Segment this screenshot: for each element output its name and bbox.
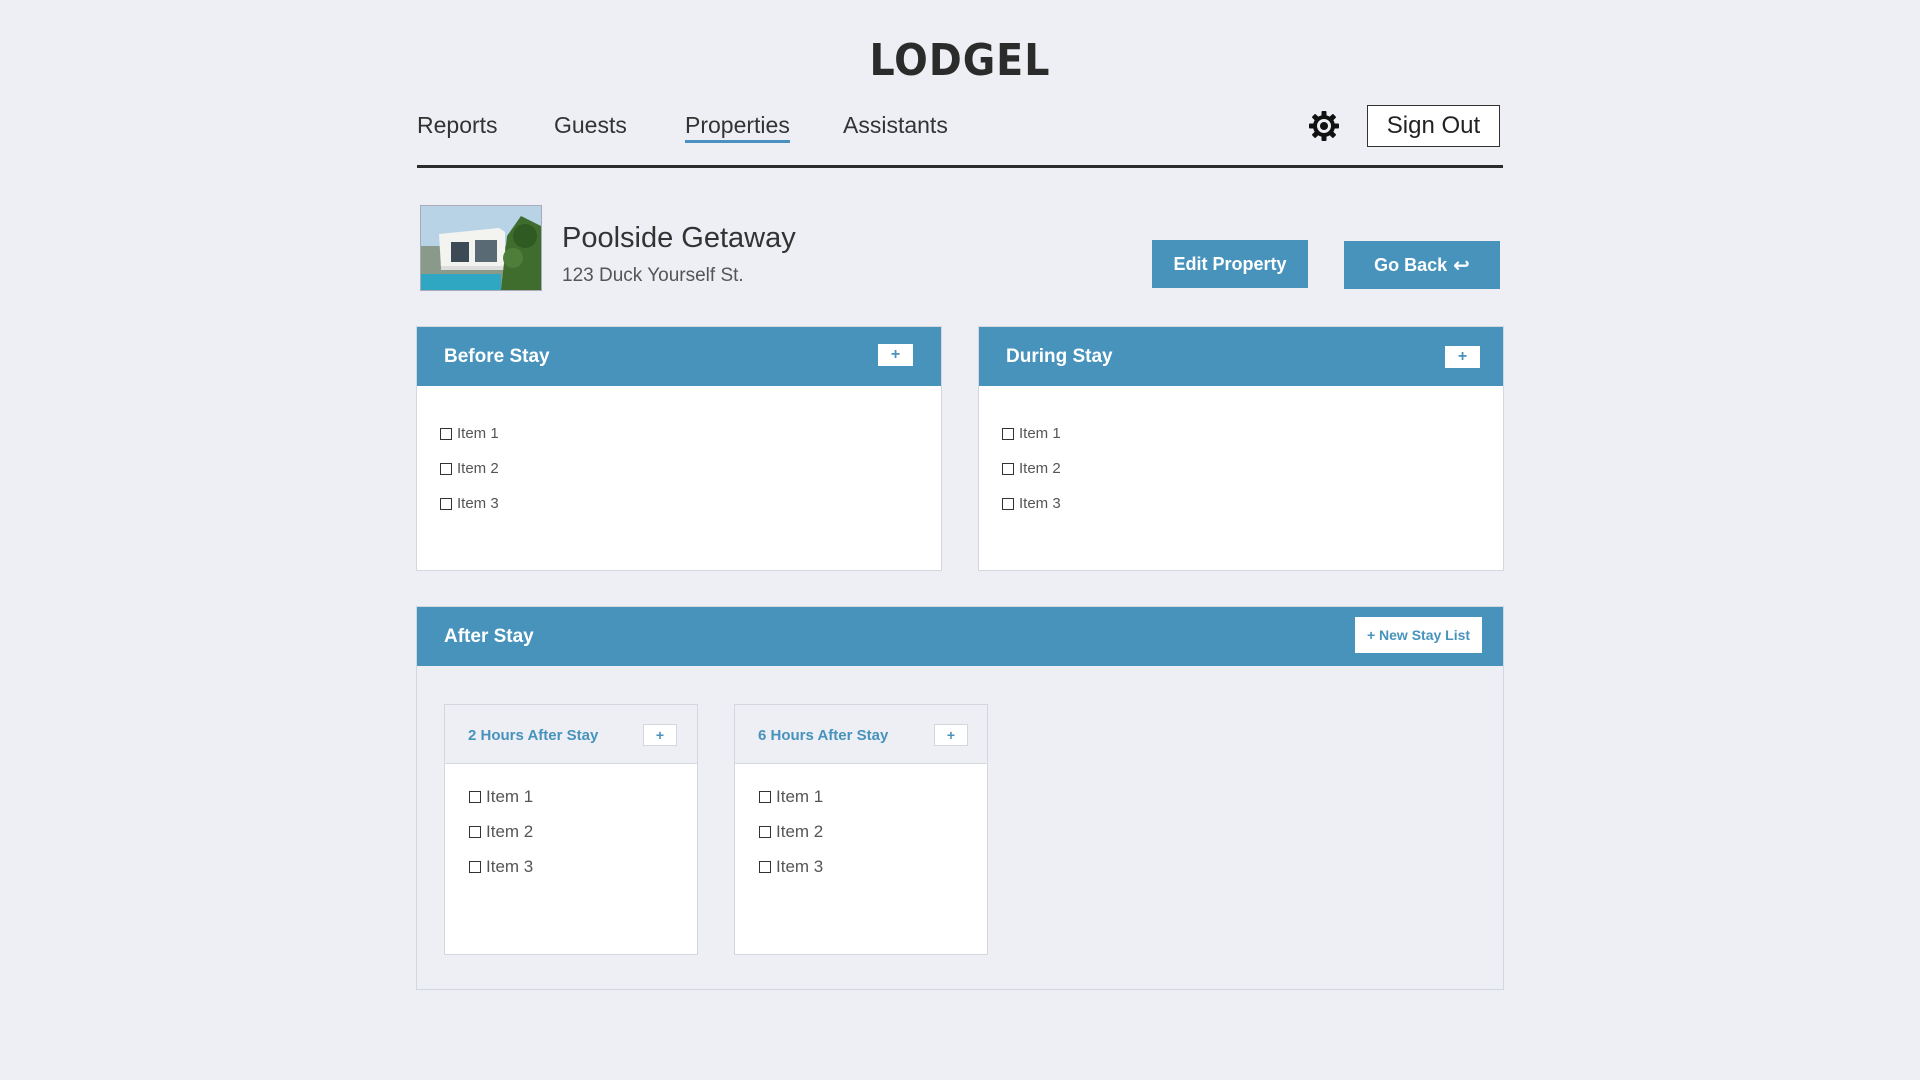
during-stay-title: During Stay bbox=[1006, 346, 1113, 367]
checkbox[interactable] bbox=[469, 860, 481, 873]
list-item: Item 2 bbox=[759, 814, 823, 849]
return-arrow-icon: ↩ bbox=[1453, 254, 1470, 277]
checkbox[interactable] bbox=[1002, 427, 1014, 440]
stay-list-card: 6 Hours After Stay + Item 1 Item 2 Item … bbox=[734, 704, 988, 955]
sign-out-button[interactable]: Sign Out bbox=[1367, 105, 1500, 147]
after-stay-header: After Stay + New Stay List bbox=[417, 607, 1503, 666]
new-stay-list-button[interactable]: + New Stay List bbox=[1355, 617, 1482, 653]
checkbox[interactable] bbox=[1002, 497, 1014, 510]
nav-guests[interactable]: Guests bbox=[554, 112, 627, 139]
property-name: Poolside Getaway bbox=[562, 222, 796, 254]
list-item-label: Item 2 bbox=[457, 460, 499, 477]
before-stay-title: Before Stay bbox=[444, 346, 550, 367]
list-item-label: Item 3 bbox=[1019, 495, 1061, 512]
before-stay-panel: Before Stay + Item 1 Item 2 Item 3 bbox=[416, 326, 942, 571]
checkbox[interactable] bbox=[759, 860, 771, 873]
property-thumbnail bbox=[420, 205, 542, 291]
list-item-label: Item 1 bbox=[776, 786, 824, 806]
checkbox[interactable] bbox=[440, 497, 452, 510]
checkbox[interactable] bbox=[759, 790, 771, 803]
list-item: Item 2 bbox=[440, 451, 499, 486]
add-stay-list-item-button[interactable]: + bbox=[934, 724, 968, 746]
list-item: Item 3 bbox=[759, 849, 823, 884]
list-item: Item 3 bbox=[469, 849, 533, 884]
property-address: 123 Duck Yourself St. bbox=[562, 265, 744, 286]
list-item: Item 3 bbox=[1002, 486, 1061, 521]
edit-property-label: Edit Property bbox=[1173, 253, 1287, 274]
stay-list-header: 6 Hours After Stay + bbox=[735, 705, 987, 764]
during-stay-list: Item 1 Item 2 Item 3 bbox=[1002, 416, 1061, 521]
checkbox[interactable] bbox=[1002, 462, 1014, 475]
nav-assistants[interactable]: Assistants bbox=[843, 112, 948, 139]
checkbox[interactable] bbox=[469, 790, 481, 803]
list-item: Item 1 bbox=[469, 779, 533, 814]
before-stay-header: Before Stay + bbox=[417, 327, 941, 386]
stay-list-title: 2 Hours After Stay bbox=[468, 727, 599, 744]
list-item: Item 2 bbox=[469, 814, 533, 849]
after-stay-title: After Stay bbox=[444, 626, 534, 647]
add-stay-list-item-button[interactable]: + bbox=[643, 724, 677, 746]
during-stay-panel: During Stay + Item 1 Item 2 Item 3 bbox=[978, 326, 1504, 571]
checkbox[interactable] bbox=[440, 462, 452, 475]
add-before-stay-item-button[interactable]: + bbox=[878, 344, 913, 366]
go-back-button[interactable]: Go Back ↩ bbox=[1344, 241, 1500, 289]
stay-list-title: 6 Hours After Stay bbox=[758, 727, 889, 744]
checkbox[interactable] bbox=[759, 825, 771, 838]
app: LODGEL Reports Guests Properties Assista… bbox=[0, 0, 1920, 1080]
list-item: Item 3 bbox=[440, 486, 499, 521]
go-back-label: Go Back bbox=[1374, 254, 1448, 275]
stay-list-header: 2 Hours After Stay + bbox=[445, 705, 697, 764]
stay-list-card: 2 Hours After Stay + Item 1 Item 2 Item … bbox=[444, 704, 698, 955]
list-item: Item 1 bbox=[1002, 416, 1061, 451]
list-item-label: Item 1 bbox=[486, 786, 534, 806]
checkbox[interactable] bbox=[469, 825, 481, 838]
stay-list-items: Item 1 Item 2 Item 3 bbox=[469, 779, 533, 884]
list-item: Item 2 bbox=[1002, 451, 1061, 486]
brand-logo[interactable]: LODGEL bbox=[0, 35, 1920, 86]
during-stay-header: During Stay + bbox=[979, 327, 1503, 386]
gear-icon[interactable] bbox=[1307, 109, 1341, 143]
checkbox[interactable] bbox=[440, 427, 452, 440]
list-item-label: Item 2 bbox=[1019, 460, 1061, 477]
list-item-label: Item 3 bbox=[776, 856, 824, 876]
add-during-stay-item-button[interactable]: + bbox=[1445, 346, 1480, 368]
list-item: Item 1 bbox=[440, 416, 499, 451]
nav-reports[interactable]: Reports bbox=[417, 112, 498, 139]
list-item-label: Item 2 bbox=[776, 821, 824, 841]
list-item-label: Item 1 bbox=[457, 425, 499, 442]
header-divider bbox=[417, 165, 1503, 168]
list-item-label: Item 3 bbox=[457, 495, 499, 512]
edit-property-button[interactable]: Edit Property bbox=[1152, 240, 1308, 288]
nav-properties[interactable]: Properties bbox=[685, 112, 790, 143]
list-item: Item 1 bbox=[759, 779, 823, 814]
list-item-label: Item 1 bbox=[1019, 425, 1061, 442]
list-item-label: Item 2 bbox=[486, 821, 534, 841]
after-stay-panel: After Stay + New Stay List 2 Hours After… bbox=[416, 606, 1504, 990]
stay-list-items: Item 1 Item 2 Item 3 bbox=[759, 779, 823, 884]
before-stay-list: Item 1 Item 2 Item 3 bbox=[440, 416, 499, 521]
list-item-label: Item 3 bbox=[486, 856, 534, 876]
